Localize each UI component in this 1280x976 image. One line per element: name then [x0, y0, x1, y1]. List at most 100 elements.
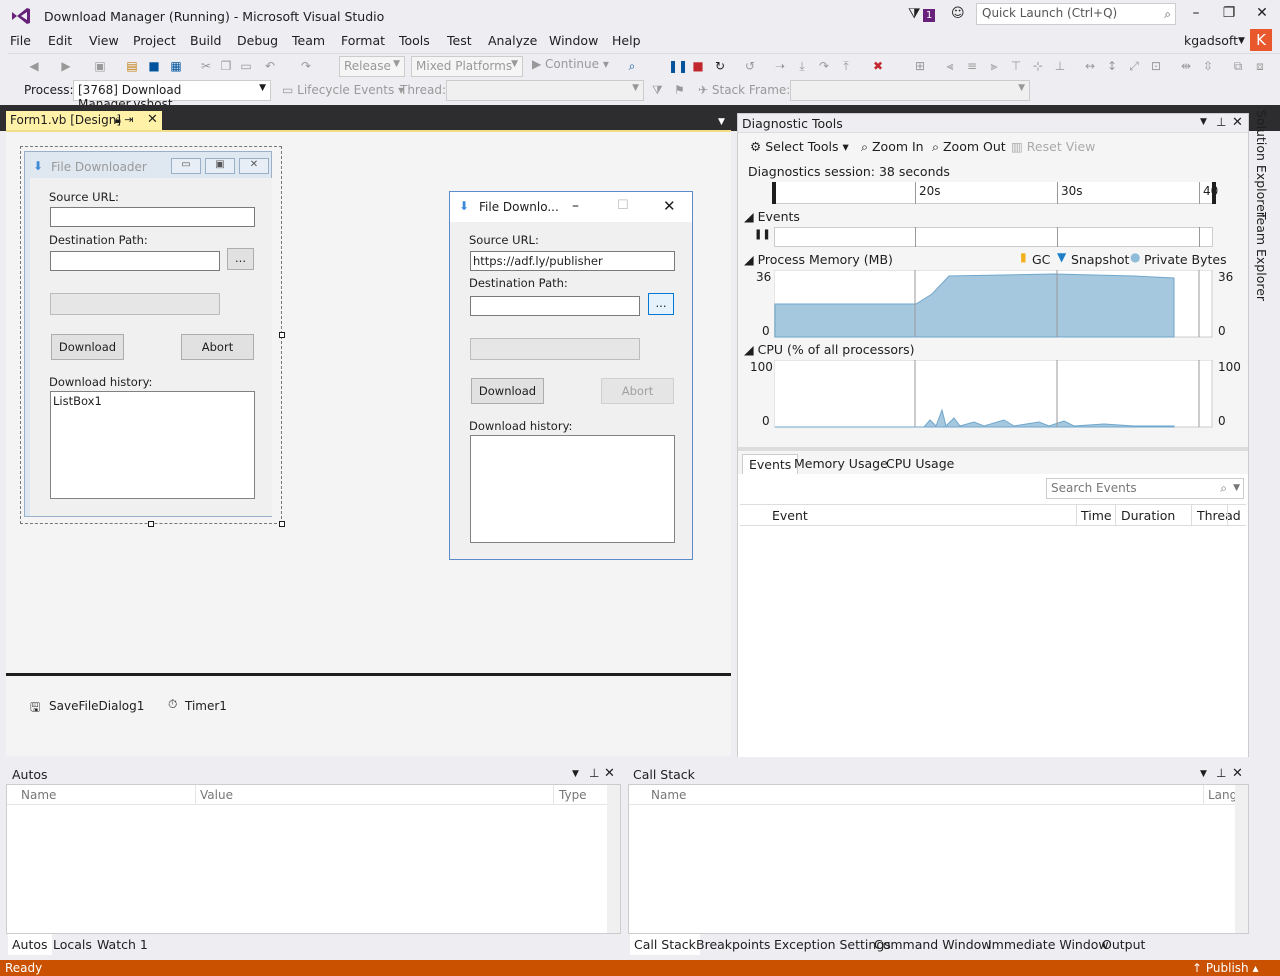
refresh-icon[interactable]: ↺: [742, 58, 758, 74]
avatar[interactable]: K: [1250, 29, 1272, 51]
flag-thread-icon[interactable]: ⚑: [674, 83, 685, 97]
tab-watch-1[interactable]: Watch 1: [97, 937, 148, 952]
running-minimize-button[interactable]: –: [572, 198, 579, 214]
reset-view-button[interactable]: ▥ Reset View: [1011, 139, 1095, 154]
tab-solution-explorer[interactable]: Solution Explorer: [1254, 110, 1269, 217]
menu-help[interactable]: Help: [612, 33, 641, 48]
panel-close-icon[interactable]: ✕: [604, 766, 615, 781]
tab-locals[interactable]: Locals: [53, 937, 92, 952]
bring-to-front-icon[interactable]: ⧉: [1230, 58, 1246, 74]
continue-button[interactable]: ▶ Continue ▾: [532, 57, 609, 71]
col-duration[interactable]: Duration: [1121, 508, 1175, 523]
events-track[interactable]: [774, 227, 1213, 247]
tab-cpu-usage[interactable]: CPU Usage: [886, 456, 954, 471]
account-name[interactable]: kgadsoft: [1184, 33, 1238, 48]
tab-events[interactable]: Events: [742, 454, 799, 474]
col-type[interactable]: Type: [559, 788, 587, 802]
break-all-icon[interactable]: ❚❚: [668, 58, 688, 74]
save-file-dialog-component[interactable]: SaveFileDialog1: [49, 699, 144, 713]
undo-icon[interactable]: ↶: [262, 58, 278, 74]
back-icon[interactable]: ◀: [26, 58, 42, 74]
autos-scrollbar[interactable]: [607, 785, 620, 933]
running-close-button[interactable]: ✕: [663, 197, 676, 215]
panel-menu-icon[interactable]: ▼: [1200, 117, 1207, 127]
menu-tools[interactable]: Tools: [399, 33, 430, 48]
stack-frame-select[interactable]: ▼: [790, 80, 1030, 101]
timeline-left-handle[interactable]: [772, 182, 776, 204]
restore-button[interactable]: ❐: [1214, 5, 1244, 25]
tab-dropdown-icon[interactable]: ▼: [718, 117, 725, 127]
design-source-textbox[interactable]: [50, 207, 255, 227]
panel-pin-icon[interactable]: ⊥: [1216, 115, 1226, 129]
platform-select[interactable]: Mixed Platforms ▼: [411, 56, 523, 77]
paste-icon[interactable]: ▭: [238, 58, 254, 74]
menu-edit[interactable]: Edit: [48, 33, 72, 48]
publish-button[interactable]: ↑ Publish ▴: [1192, 961, 1259, 975]
same-height-icon[interactable]: ↕: [1104, 58, 1120, 74]
copy-icon[interactable]: ❐: [218, 58, 234, 74]
events-track-label[interactable]: ◢ Events: [744, 209, 800, 224]
pin-icon[interactable]: 🔒︎ ⇥: [115, 113, 134, 127]
download-button[interactable]: Download: [471, 378, 544, 404]
stop-debugging-icon[interactable]: ■: [690, 58, 706, 74]
source-url-input[interactable]: https://adf.ly/publisher: [470, 251, 675, 271]
memory-graph[interactable]: [774, 270, 1213, 338]
align-grid-icon[interactable]: ⊞: [912, 58, 928, 74]
search-events-input[interactable]: Search Events ⌕ ▼: [1046, 478, 1244, 499]
restart-icon[interactable]: ↻: [712, 58, 728, 74]
close-tab-icon[interactable]: ✕: [147, 112, 158, 127]
zoom-out-button[interactable]: ⌕ Zoom Out: [932, 139, 1006, 155]
col-name[interactable]: Name: [21, 788, 56, 802]
timeline-ruler[interactable]: [773, 182, 1213, 204]
minimize-button[interactable]: –: [1181, 5, 1211, 25]
design-browse-button[interactable]: ...: [227, 248, 254, 270]
design-dest-label[interactable]: Destination Path:: [49, 233, 148, 247]
design-dest-textbox[interactable]: [50, 251, 220, 271]
align-bottom-icon[interactable]: ⊥: [1052, 58, 1068, 74]
resize-handle-bottom[interactable]: [148, 521, 154, 527]
design-history-listbox[interactable]: ListBox1: [50, 391, 255, 499]
pause-events-icon[interactable]: ❚❚: [754, 229, 771, 240]
panel-close-icon[interactable]: ✕: [1232, 115, 1243, 130]
same-width-icon[interactable]: ↔: [1082, 58, 1098, 74]
tab-output[interactable]: Output: [1102, 937, 1145, 952]
col-name[interactable]: Name: [651, 788, 686, 802]
lifecycle-events-button[interactable]: ▭ Lifecycle Events ▾: [282, 83, 404, 97]
quick-launch-input[interactable]: Quick Launch (Ctrl+Q) ⌕: [976, 3, 1176, 25]
design-abort-button[interactable]: Abort: [181, 334, 254, 360]
resize-handle-right[interactable]: [279, 332, 285, 338]
panel-pin-icon[interactable]: ⊥: [589, 766, 599, 780]
step-out-icon[interactable]: ⤒: [838, 58, 854, 74]
step-into-icon[interactable]: ⤓: [794, 58, 810, 74]
menu-debug[interactable]: Debug: [237, 33, 278, 48]
abort-button[interactable]: Abort: [601, 378, 674, 404]
align-left-icon[interactable]: ⫷: [942, 58, 958, 74]
cpu-graph[interactable]: [774, 360, 1213, 428]
running-form-window[interactable]: ⬇ File Downlo... – ☐ ✕ Source URL: https…: [449, 191, 693, 560]
col-event[interactable]: Event: [772, 508, 808, 523]
size-to-grid-icon[interactable]: ⊡: [1148, 58, 1164, 74]
panel-menu-icon[interactable]: ▼: [572, 769, 579, 779]
save-all-icon[interactable]: ▦: [168, 58, 184, 74]
tab-autos[interactable]: Autos: [8, 934, 52, 955]
filter-icon[interactable]: ⧩: [652, 83, 663, 98]
save-icon[interactable]: ■: [146, 58, 162, 74]
tab-team-explorer[interactable]: Team Explorer: [1254, 212, 1269, 301]
notifications-icon[interactable]: ⧩: [908, 6, 921, 22]
tab-command-window[interactable]: Command Window: [874, 937, 992, 952]
thread-select[interactable]: ▼: [446, 80, 644, 101]
timer-component[interactable]: Timer1: [185, 699, 227, 713]
align-middle-icon[interactable]: ⊹: [1030, 58, 1046, 74]
design-source-label[interactable]: Source URL:: [49, 190, 119, 204]
vertical-spacing-icon[interactable]: ⇳: [1200, 58, 1216, 74]
menu-project[interactable]: Project: [133, 33, 176, 48]
design-progress-bar[interactable]: [50, 293, 220, 315]
menu-format[interactable]: Format: [341, 33, 385, 48]
feedback-icon[interactable]: ☺: [951, 6, 969, 22]
breakpoint-toggle-icon[interactable]: ✖: [870, 58, 886, 74]
menu-window[interactable]: Window: [549, 33, 598, 48]
align-top-icon[interactable]: ⊤: [1008, 58, 1024, 74]
col-thread[interactable]: Thread: [1197, 508, 1241, 523]
menu-analyze[interactable]: Analyze: [488, 33, 537, 48]
download-history-listbox[interactable]: [470, 435, 675, 543]
